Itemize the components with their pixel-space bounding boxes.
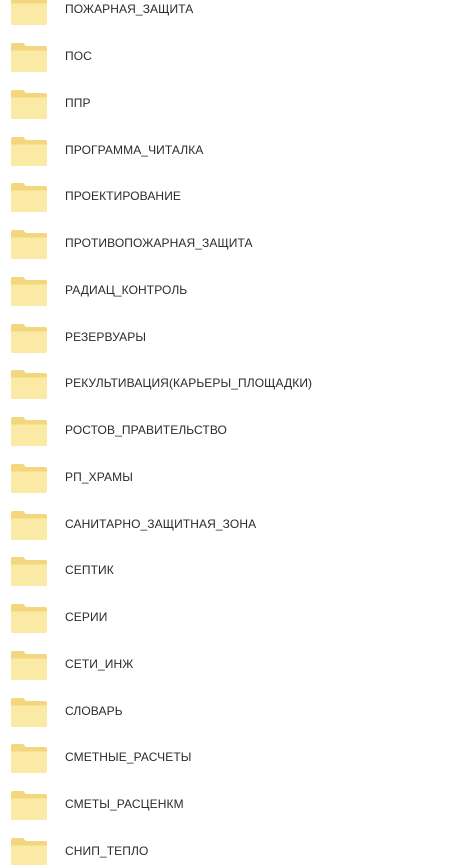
- folder-item[interactable]: ПРОГРАММА_ЧИТАЛКА: [0, 127, 463, 173]
- folder-item[interactable]: ПРОЕКТИРОВАНИЕ: [0, 173, 463, 219]
- folder-name: РП_ХРАМЫ: [65, 470, 133, 484]
- folder-icon: [11, 791, 47, 820]
- folder-icon: [11, 277, 47, 306]
- folder-item[interactable]: РАДИАЦ_КОНТРОЛЬ: [0, 267, 463, 313]
- folder-icon: [11, 230, 47, 259]
- folder-icon: [11, 137, 47, 166]
- folder-icon: [11, 557, 47, 586]
- folder-icon: [11, 698, 47, 727]
- folder-name: РЕКУЛЬТИВАЦИЯ(КАРЬЕРЫ_ПЛОЩАДКИ): [65, 376, 313, 390]
- folder-item[interactable]: СНИП_ТЕПЛО: [0, 828, 463, 865]
- folder-icon: [11, 183, 47, 212]
- folder-item[interactable]: РОСТОВ_ПРАВИТЕЛЬСТВО: [0, 407, 463, 453]
- folder-icon: [11, 604, 47, 633]
- folder-name: СЕРИИ: [65, 610, 108, 624]
- folder-item[interactable]: РЕЗЕРВУАРЫ: [0, 314, 463, 360]
- folder-item[interactable]: ПРОТИВОПОЖАРНАЯ_ЗАЩИТА: [0, 220, 463, 266]
- folder-list: ПОЖАРНАЯ_ЗАЩИТА ПОС ППР ПРОГРАММА_ЧИТАЛК…: [0, 0, 463, 865]
- folder-icon: [11, 43, 47, 72]
- folder-name: СЕПТИК: [65, 563, 114, 577]
- folder-item[interactable]: ПОЖАРНАЯ_ЗАЩИТА: [0, 0, 463, 32]
- folder-icon: [11, 464, 47, 493]
- folder-icon: [11, 417, 47, 446]
- folder-icon: [11, 90, 47, 119]
- folder-item[interactable]: СЕПТИК: [0, 547, 463, 593]
- folder-name: СМЕТНЫЕ_РАСЧЕТЫ: [65, 750, 192, 764]
- folder-name: ПРОЕКТИРОВАНИЕ: [65, 189, 182, 203]
- folder-name: РОСТОВ_ПРАВИТЕЛЬСТВО: [65, 423, 227, 437]
- folder-item[interactable]: САНИТАРНО_ЗАЩИТНАЯ_ЗОНА: [0, 501, 463, 547]
- folder-item[interactable]: РП_ХРАМЫ: [0, 454, 463, 500]
- folder-item[interactable]: СЕТИ_ИНЖ: [0, 641, 463, 687]
- folder-item[interactable]: ПОС: [0, 33, 463, 79]
- folder-item[interactable]: РЕКУЛЬТИВАЦИЯ(КАРЬЕРЫ_ПЛОЩАДКИ): [0, 360, 463, 406]
- folder-item[interactable]: СЕРИИ: [0, 594, 463, 640]
- folder-icon: [11, 511, 47, 540]
- folder-name: СМЕТЫ_РАСЦЕНКМ: [65, 797, 184, 811]
- folder-item[interactable]: ППР: [0, 80, 463, 126]
- folder-icon: [11, 744, 47, 773]
- folder-name: ПРОГРАММА_ЧИТАЛКА: [65, 143, 204, 157]
- folder-name: СНИП_ТЕПЛО: [65, 844, 149, 858]
- folder-item[interactable]: СМЕТНЫЕ_РАСЧЕТЫ: [0, 734, 463, 780]
- folder-icon: [11, 324, 47, 353]
- folder-icon: [11, 838, 47, 865]
- folder-icon: [11, 370, 47, 399]
- folder-icon: [11, 0, 47, 25]
- folder-icon: [11, 651, 47, 680]
- folder-item[interactable]: СЛОВАРЬ: [0, 688, 463, 734]
- folder-name: РЕЗЕРВУАРЫ: [65, 330, 147, 344]
- folder-name: РАДИАЦ_КОНТРОЛЬ: [65, 283, 188, 297]
- folder-name: ПРОТИВОПОЖАРНАЯ_ЗАЩИТА: [65, 236, 253, 250]
- folder-name: САНИТАРНО_ЗАЩИТНАЯ_ЗОНА: [65, 517, 257, 531]
- folder-name: ПОЖАРНАЯ_ЗАЩИТА: [65, 2, 194, 16]
- folder-name: СЕТИ_ИНЖ: [65, 657, 134, 671]
- folder-item[interactable]: СМЕТЫ_РАСЦЕНКМ: [0, 781, 463, 827]
- folder-name: ППР: [65, 96, 91, 110]
- folder-name: ПОС: [65, 49, 92, 63]
- folder-name: СЛОВАРЬ: [65, 704, 123, 718]
